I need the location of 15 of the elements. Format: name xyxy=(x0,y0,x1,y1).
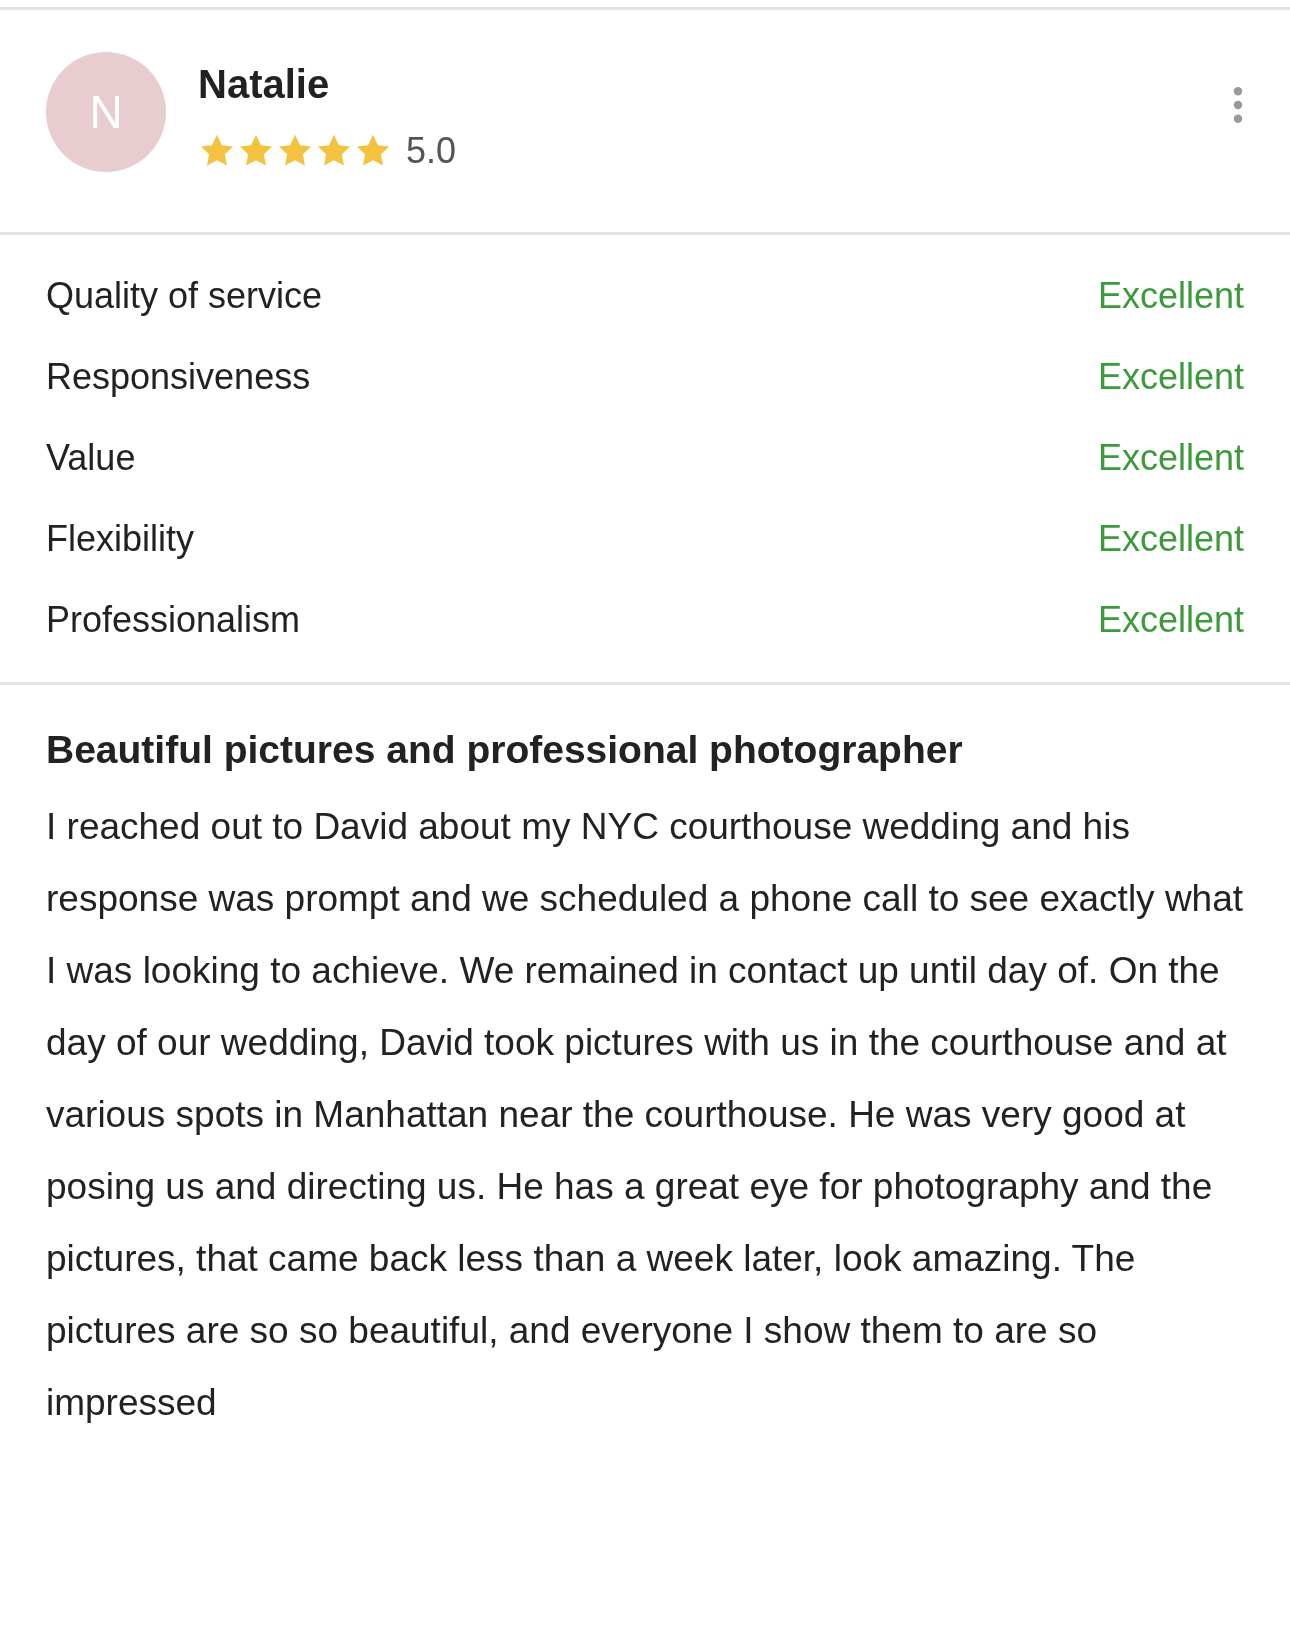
rating-value: Excellent xyxy=(1097,597,1244,642)
rating-value: Excellent xyxy=(1097,273,1244,318)
rating-score: 5.0 xyxy=(406,129,457,173)
more-options-icon[interactable] xyxy=(1232,86,1244,124)
rating-value: Excellent xyxy=(1097,516,1244,561)
rating-category: Value xyxy=(46,435,136,480)
rating-category: Professionalism xyxy=(46,597,301,642)
rating-category: Responsiveness xyxy=(46,354,311,399)
review-text: I reached out to David about my NYC courthouse wedding and his response was prompt and we scheduled a phone call to see exactly what I was looking to achieve. We remained in contact up until day of. On the day of our wedding, David took pictures with us in the courthouse and at various spots in Manhattan near the courthouse. He was very good at posing us and directing us. He has a great eye for photography and the pictures, that came back less than a week later, look amazing. The pictures are so so beautiful, and everyone I show them to are so impressed xyxy=(46,805,1244,1425)
rating-value: Excellent xyxy=(1097,354,1244,399)
rating-value: Excellent xyxy=(1097,435,1244,480)
reviewer-name: Natalie xyxy=(198,61,331,108)
review-title: Beautiful pictures and professional photographer xyxy=(46,727,964,773)
rating-category: Flexibility xyxy=(46,516,195,561)
rating-category: Quality of service xyxy=(46,273,323,318)
